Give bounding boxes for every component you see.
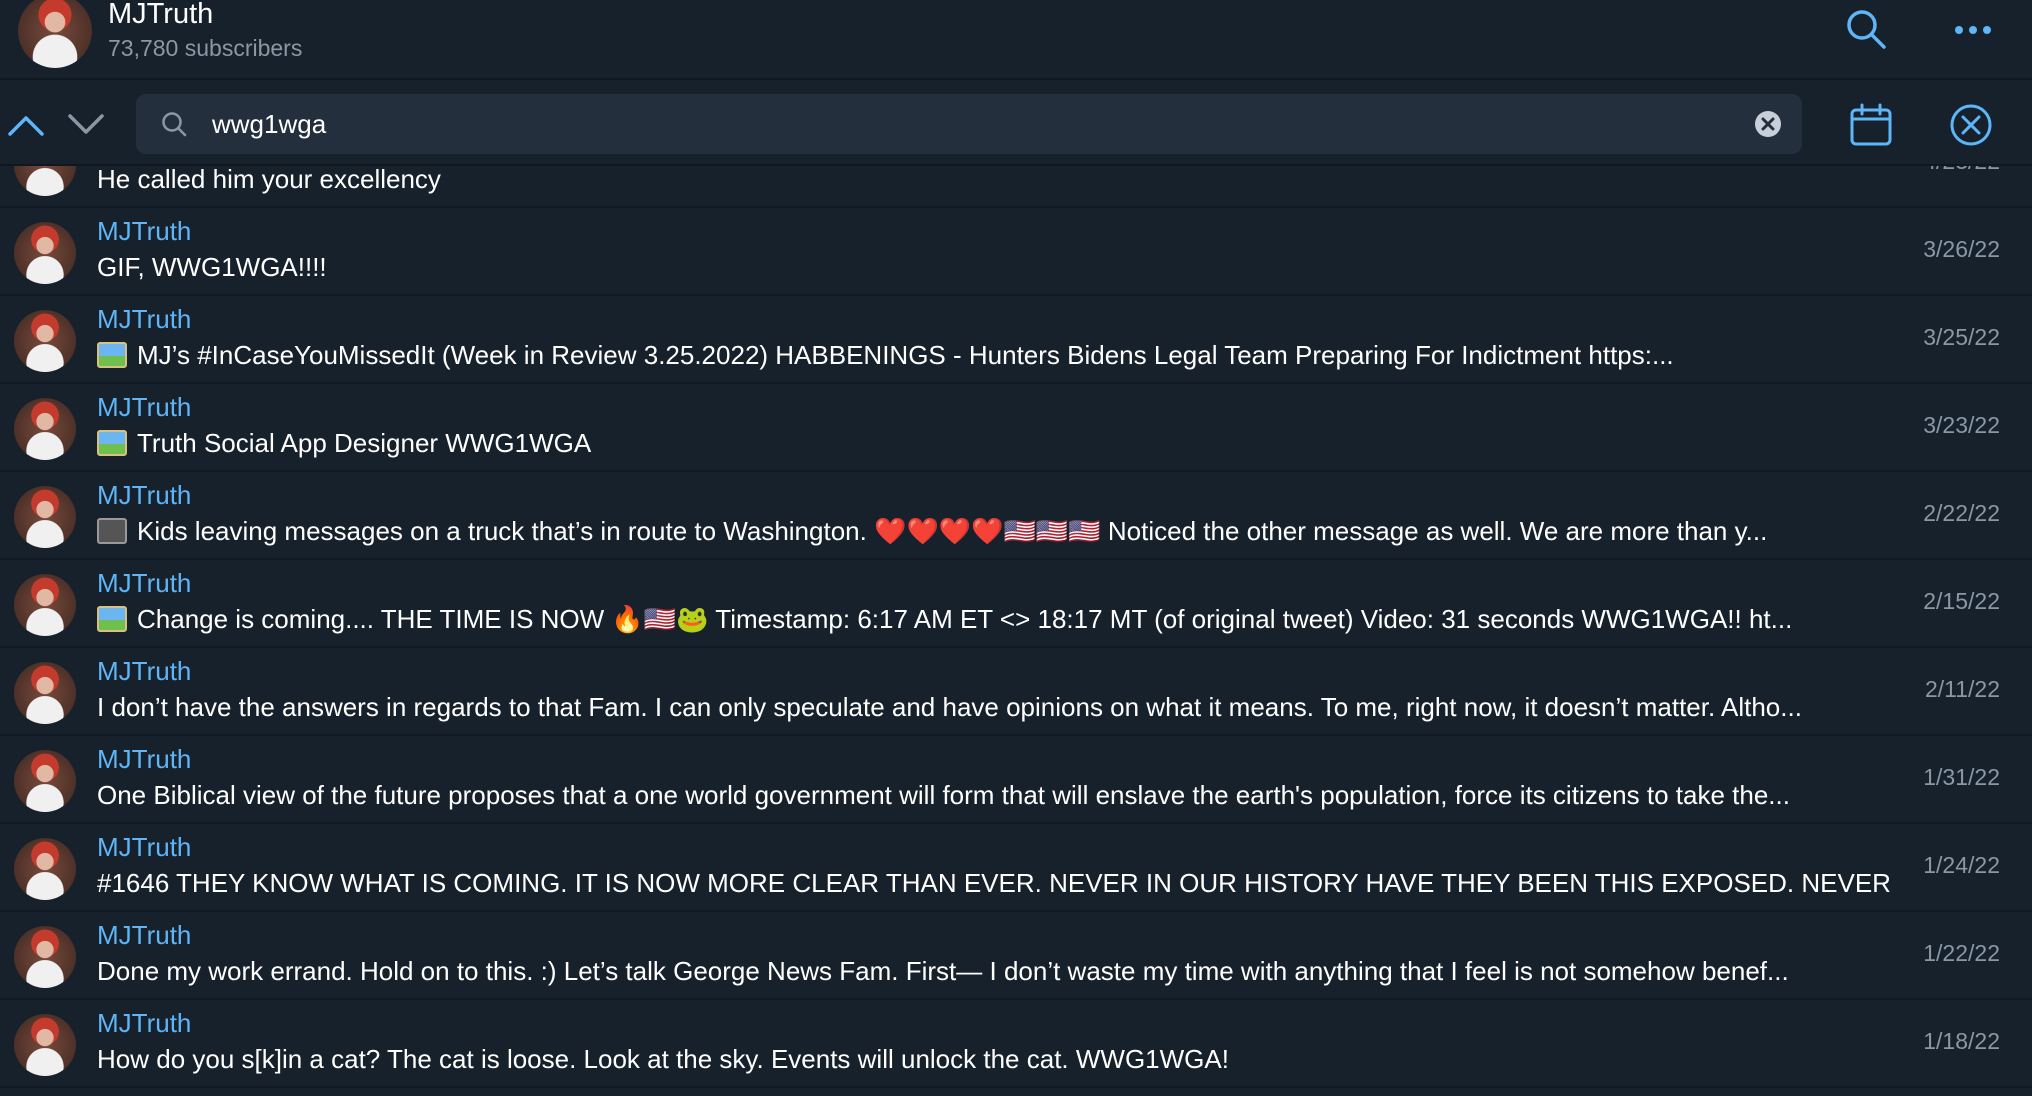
avatar xyxy=(14,750,76,812)
result-row[interactable]: MJTruth How do you s[k]in a cat? The cat … xyxy=(0,1000,2032,1088)
search-bar-row xyxy=(0,82,2032,166)
app-window: MJTruth 73,780 subscribers wwg1wga He ca… xyxy=(0,0,2032,1096)
result-snippet: Truth Social App Designer WWG1WGA xyxy=(97,428,1897,459)
result-date: 2/15/22 xyxy=(1923,588,2000,614)
search-field[interactable] xyxy=(136,94,1802,154)
result-row[interactable]: MJTruth Kids leaving messages on a truck … xyxy=(0,472,2032,560)
channel-header: MJTruth 73,780 subscribers xyxy=(0,0,2032,80)
result-snippet-text: Kids leaving messages on a truck that’s … xyxy=(137,516,1768,546)
avatar xyxy=(14,926,76,988)
result-date: 1/18/22 xyxy=(1923,1028,2000,1054)
result-row[interactable]: MJTruth #1646 THEY KNOW WHAT IS COMING. I… xyxy=(0,824,2032,912)
search-icon[interactable] xyxy=(1843,6,1889,52)
avatar xyxy=(14,486,76,548)
chevron-down-icon[interactable] xyxy=(64,106,108,142)
result-row[interactable]: MJTruth GIF, WWG1WGA!!!! 3/26/22 xyxy=(0,208,2032,296)
result-row[interactable]: MJTruthHe called him your excellency4/23… xyxy=(0,166,2032,208)
result-date: 3/25/22 xyxy=(1923,324,2000,350)
result-sender: MJTruth xyxy=(97,656,192,686)
avatar xyxy=(14,310,76,372)
result-sender: MJTruth xyxy=(97,392,192,422)
result-snippet: How do you s[k]in a cat? The cat is loos… xyxy=(97,1044,1897,1075)
chevron-up-icon[interactable] xyxy=(4,106,48,142)
avatar xyxy=(14,166,76,196)
photo-thumbnail-icon xyxy=(97,342,127,368)
result-row[interactable]: MJTruth I don’t have the answers in regar… xyxy=(0,648,2032,736)
avatar xyxy=(14,398,76,460)
result-sender: MJTruth xyxy=(97,1008,192,1038)
more-icon[interactable] xyxy=(1950,8,1996,54)
result-sender: MJTruth xyxy=(97,480,192,510)
result-date: 3/23/22 xyxy=(1923,412,2000,438)
result-row[interactable]: MJTruth Done my work errand. Hold on to t… xyxy=(0,912,2032,1000)
channel-avatar[interactable] xyxy=(18,0,92,68)
avatar xyxy=(14,662,76,724)
result-sender: MJTruth xyxy=(97,832,192,862)
result-sender: MJTruth xyxy=(97,568,192,598)
clear-icon[interactable] xyxy=(1754,110,1782,138)
search-results-list: MJTruth He called him your excellency 4/23… xyxy=(0,166,2032,1096)
result-date: 1/24/22 xyxy=(1923,852,2000,878)
result-snippet-text: I don’t have the answers in regards to t… xyxy=(97,692,1802,722)
result-row[interactable]: MJTruth MJ’s #InCaseYouMissedIt (Week in … xyxy=(0,296,2032,384)
search-input[interactable] xyxy=(212,102,1712,146)
avatar xyxy=(14,838,76,900)
result-snippet: He called him your excellency xyxy=(97,166,1897,195)
photo-thumbnail-icon xyxy=(97,606,127,632)
result-snippet-text: He called him your excellency xyxy=(97,166,441,194)
video-thumbnail-icon xyxy=(97,518,127,544)
result-date: 4/23/22 xyxy=(1923,166,2000,175)
result-date: 3/26/22 xyxy=(1923,236,2000,262)
result-snippet: GIF, WWG1WGA!!!! xyxy=(97,252,1897,283)
result-row[interactable]: MJTruth Change is coming.... THE TIME IS … xyxy=(0,560,2032,648)
photo-thumbnail-icon xyxy=(97,430,127,456)
result-date: 2/11/22 xyxy=(1924,676,2000,702)
result-snippet: MJ’s #InCaseYouMissedIt (Week in Review … xyxy=(97,340,1897,371)
result-date: 1/22/22 xyxy=(1923,940,2000,966)
subscriber-count: 73,780 subscribers xyxy=(108,35,303,61)
result-snippet-text: #1646 THEY KNOW WHAT IS COMING. IT IS NO… xyxy=(97,868,1897,898)
result-snippet-text: How do you s[k]in a cat? The cat is loos… xyxy=(97,1044,1229,1074)
avatar xyxy=(14,222,76,284)
result-snippet: #1646 THEY KNOW WHAT IS COMING. IT IS NO… xyxy=(97,868,1897,899)
close-icon[interactable] xyxy=(1948,102,1994,148)
result-snippet-text: GIF, WWG1WGA!!!! xyxy=(97,252,327,282)
avatar xyxy=(14,1014,76,1076)
result-sender: MJTruth xyxy=(97,304,192,334)
search-field-icon xyxy=(162,112,187,137)
channel-title[interactable]: MJTruth xyxy=(108,0,213,31)
result-snippet-text: Done my work errand. Hold on to this. :)… xyxy=(97,956,1789,986)
result-row[interactable]: MJTruth One Biblical view of the future p… xyxy=(0,736,2032,824)
result-sender: MJTruth xyxy=(97,920,192,950)
result-snippet-text: Change is coming.... THE TIME IS NOW 🔥🇺🇸… xyxy=(137,604,1793,634)
result-snippet-text: Truth Social App Designer WWG1WGA xyxy=(137,428,592,458)
result-sender: MJTruth xyxy=(97,216,192,246)
result-row[interactable]: MJTruth Truth Social App Designer WWG1WGA… xyxy=(0,384,2032,472)
result-snippet: Done my work errand. Hold on to this. :)… xyxy=(97,956,1897,987)
result-snippet: Change is coming.... THE TIME IS NOW 🔥🇺🇸… xyxy=(97,604,1897,635)
result-date: 1/31/22 xyxy=(1923,764,2000,790)
result-snippet: Kids leaving messages on a truck that’s … xyxy=(97,516,1897,547)
result-date: 2/22/22 xyxy=(1923,500,2000,526)
avatar xyxy=(14,574,76,636)
calendar-icon[interactable] xyxy=(1848,102,1894,148)
result-snippet-text: One Biblical view of the future proposes… xyxy=(97,780,1790,810)
result-snippet: I don’t have the answers in regards to t… xyxy=(97,692,1897,723)
result-snippet-text: MJ’s #InCaseYouMissedIt (Week in Review … xyxy=(137,340,1674,370)
result-snippet: One Biblical view of the future proposes… xyxy=(97,780,1897,811)
result-sender: MJTruth xyxy=(97,744,192,774)
